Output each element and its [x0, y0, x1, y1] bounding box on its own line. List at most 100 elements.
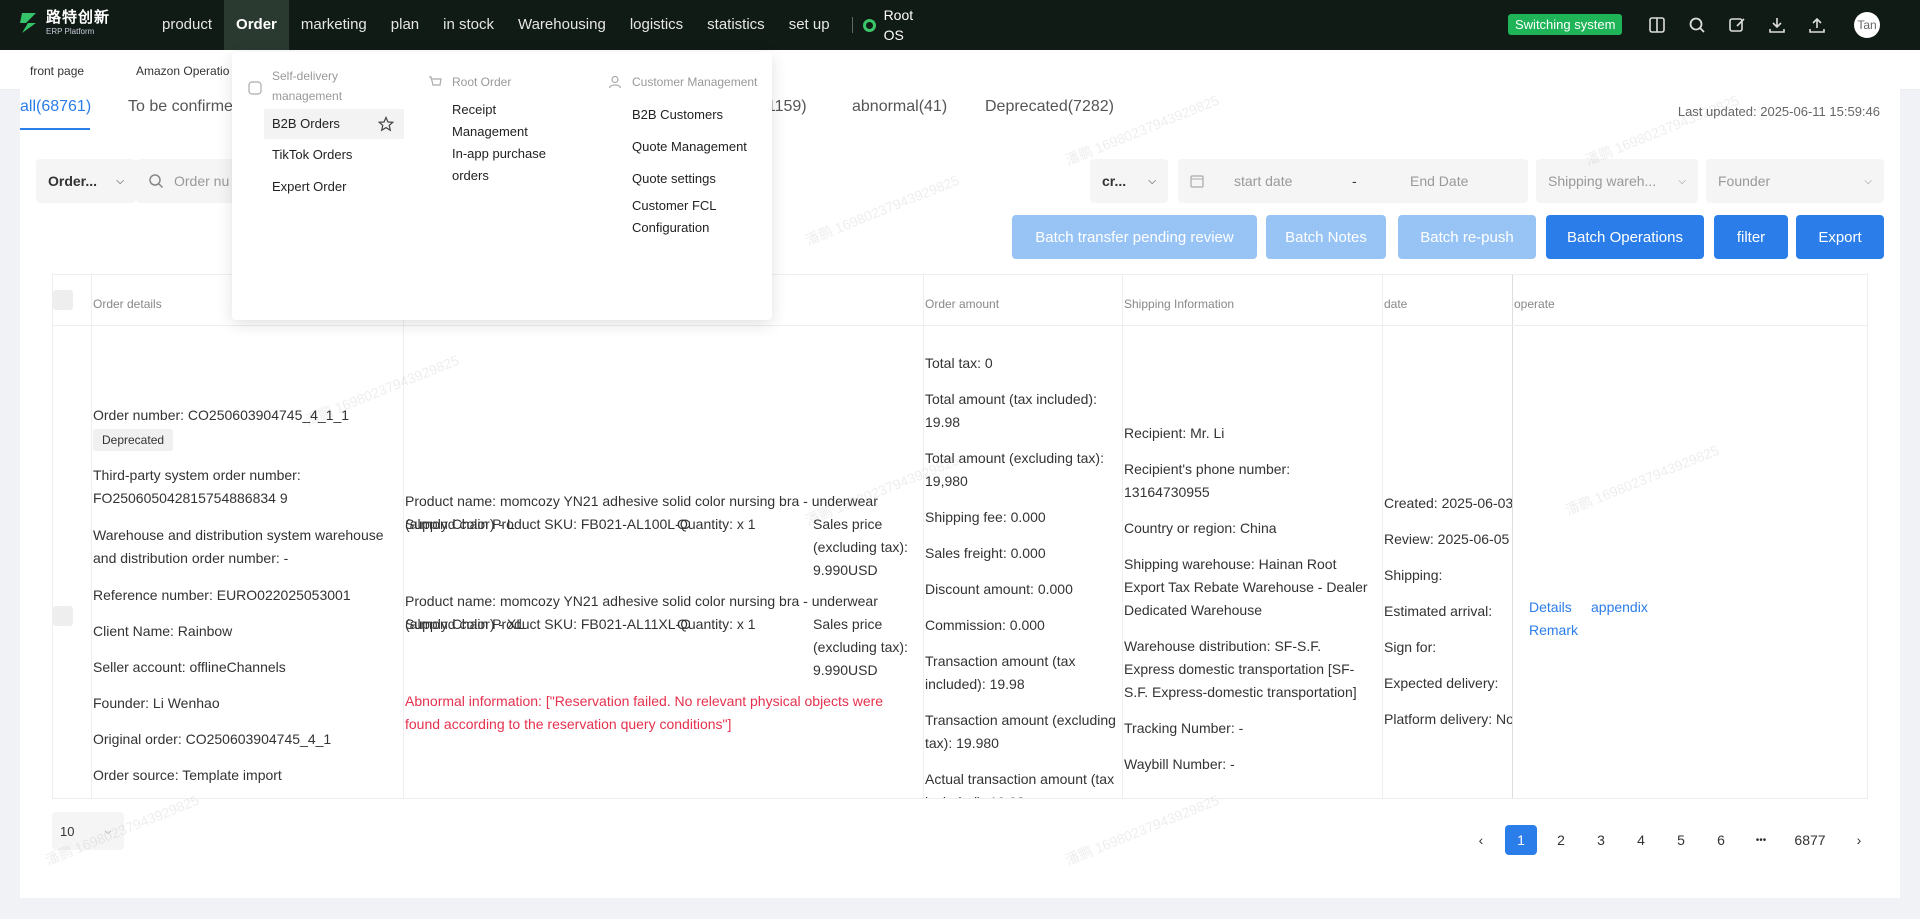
nav-set-up[interactable]: set up — [777, 0, 842, 50]
appendix-link[interactable]: appendix — [1591, 596, 1648, 619]
order-type-select[interactable]: Order... ⌵ — [36, 159, 136, 203]
nav-marketing[interactable]: marketing — [289, 0, 379, 50]
warehouse-distribution: Warehouse distribution: SF-S.F. Express … — [1124, 638, 1357, 700]
shipping-info-list: Recipient: Mr. Li Recipient's phone numb… — [1124, 422, 1374, 776]
nav-warehousing[interactable]: Warehousing — [506, 0, 618, 50]
wms-order-number: Warehouse and distribution system wareho… — [93, 527, 384, 566]
sales-freight: Sales freight: 0.000 — [925, 545, 1046, 561]
prev-page-icon[interactable]: ‹ — [1465, 825, 1497, 855]
chevron-down-icon: ⌵ — [116, 175, 124, 187]
page-4[interactable]: 4 — [1625, 825, 1657, 855]
order-number: Order number: CO250603904745_4_1_1 — [93, 407, 350, 423]
page-5[interactable]: 5 — [1665, 825, 1697, 855]
page-1[interactable]: 1 — [1505, 825, 1537, 855]
row-checkbox[interactable] — [53, 606, 73, 626]
brand-logo[interactable]: 路特创新 ERP Platform — [18, 10, 110, 36]
batch-notes-button[interactable]: Batch Notes — [1266, 215, 1386, 259]
commission: Commission: 0.000 — [925, 617, 1045, 633]
founder: Founder: Li Wenhao — [93, 695, 220, 711]
nav-logistics[interactable]: logistics — [618, 0, 695, 50]
header-order-amount: Order amount — [925, 297, 1000, 311]
translate-icon[interactable] — [1645, 13, 1669, 37]
recipient: Recipient: Mr. Li — [1124, 425, 1225, 441]
shipping-warehouse-select[interactable]: Shipping wareh... ⌵ — [1536, 159, 1698, 203]
page-tab-front-page[interactable]: front page — [30, 64, 84, 78]
chevron-down-icon: ⌵ — [1864, 175, 1872, 187]
start-date-input[interactable]: start date — [1234, 173, 1352, 189]
menu-customer-fcl-configuration[interactable]: Customer FCL Configuration — [632, 195, 752, 239]
download-icon[interactable] — [1765, 13, 1789, 37]
header-shipping-info: Shipping Information — [1124, 297, 1235, 311]
founder-select[interactable]: Founder ⌵ — [1706, 159, 1884, 203]
filter-button[interactable]: filter — [1714, 215, 1788, 259]
tab-deprecated[interactable]: Deprecated(7282) — [985, 98, 1114, 116]
upload-icon[interactable] — [1805, 13, 1829, 37]
menu-quote-management[interactable]: Quote Management — [632, 136, 747, 158]
expected-delivery: Expected delivery: — [1384, 675, 1499, 691]
third-party-order-label: Third-party system order number: — [93, 467, 301, 483]
menu-in-app-purchase-orders[interactable]: In-app purchase orders — [452, 143, 567, 187]
logo-icon — [20, 13, 36, 33]
shipping-warehouse: Shipping warehouse: Hainan Root Export T… — [1124, 556, 1368, 618]
menu-quote-settings[interactable]: Quote settings — [632, 168, 716, 190]
menu-receipt-management[interactable]: Receipt Management — [452, 99, 562, 143]
page-last[interactable]: 6877 — [1785, 825, 1835, 855]
remark-link[interactable]: Remark — [1529, 619, 1578, 642]
cr-select-value: cr... — [1102, 173, 1127, 189]
star-icon[interactable] — [378, 116, 394, 132]
nav-in-stock[interactable]: in stock — [431, 0, 506, 50]
batch-transfer-button[interactable]: Batch transfer pending review — [1012, 215, 1257, 259]
page-tab-amazon-operations[interactable]: Amazon Operatio — [136, 64, 229, 78]
column-divider — [403, 275, 404, 798]
menu-tiktok-orders[interactable]: TikTok Orders — [272, 144, 352, 166]
tab-abnormal[interactable]: abnormal(41) — [852, 98, 947, 116]
cr-select[interactable]: cr... ⌵ — [1090, 159, 1168, 203]
header-operate: operate — [1514, 297, 1555, 311]
more-pages-ellipsis[interactable]: ••• — [1745, 825, 1777, 855]
edit-icon[interactable] — [1725, 13, 1749, 37]
menu-b2b-customers[interactable]: B2B Customers — [632, 104, 723, 126]
switching-system-button[interactable]: Switching system — [1508, 14, 1623, 35]
root-os-link[interactable]: Root OS — [862, 5, 916, 45]
seller-account: Seller account: offlineChannels — [93, 659, 286, 675]
product-price: Sales price (excluding tax): 9.990USD — [813, 516, 908, 578]
date-range-picker[interactable]: start date - End Date — [1178, 159, 1528, 203]
cart-icon — [429, 76, 442, 86]
header-order-details: Order details — [93, 297, 162, 311]
root-os-icon — [862, 18, 876, 32]
delivery-icon — [248, 81, 262, 95]
page-size-select[interactable]: 10 ⌵ — [52, 812, 124, 850]
next-page-icon[interactable]: › — [1843, 825, 1875, 855]
user-avatar[interactable]: Tan — [1854, 12, 1880, 38]
tab-all[interactable]: all(68761) — [20, 98, 91, 116]
nav-statistics[interactable]: statistics — [695, 0, 777, 50]
abnormal-information: Abnormal information: ["Reservation fail… — [405, 693, 884, 732]
waybill-number: Waybill Number: - — [1124, 756, 1235, 772]
shipping-fee: Shipping fee: 0.000 — [925, 509, 1046, 525]
estimated-arrival: Estimated arrival: — [1384, 603, 1493, 619]
nav-product[interactable]: product — [150, 0, 224, 50]
batch-repush-button[interactable]: Batch re-push — [1398, 215, 1536, 259]
discount-amount: Discount amount: 0.000 — [925, 581, 1073, 597]
nav-plan[interactable]: plan — [379, 0, 431, 50]
search-icon — [149, 174, 164, 189]
page-3[interactable]: 3 — [1585, 825, 1617, 855]
select-all-checkbox[interactable] — [53, 290, 73, 310]
end-date-input[interactable]: End Date — [1410, 173, 1468, 189]
search-icon[interactable] — [1685, 13, 1709, 37]
nav-order[interactable]: Order — [224, 0, 289, 50]
tab-to-be-confirmed[interactable]: To be confirme — [128, 98, 233, 116]
page-2[interactable]: 2 — [1545, 825, 1577, 855]
page-6[interactable]: 6 — [1705, 825, 1737, 855]
column-divider — [923, 275, 924, 798]
menu-expert-order[interactable]: Expert Order — [272, 176, 346, 198]
date-list: Created: 2025-06-03 Review: 2025-06-05 1… — [1384, 492, 1512, 731]
active-tab-indicator — [20, 128, 90, 130]
batch-operations-button[interactable]: Batch Operations — [1546, 215, 1704, 259]
menu-b2b-orders[interactable]: B2B Orders — [264, 109, 404, 139]
brand-name: 路特创新 — [46, 9, 111, 26]
details-link[interactable]: Details — [1529, 596, 1572, 619]
product-sku: Supply Chain Product SKU: FB021-AL11XL-C — [405, 616, 691, 632]
export-button[interactable]: Export — [1796, 215, 1884, 259]
status-badge-label: Deprecated — [93, 429, 174, 451]
